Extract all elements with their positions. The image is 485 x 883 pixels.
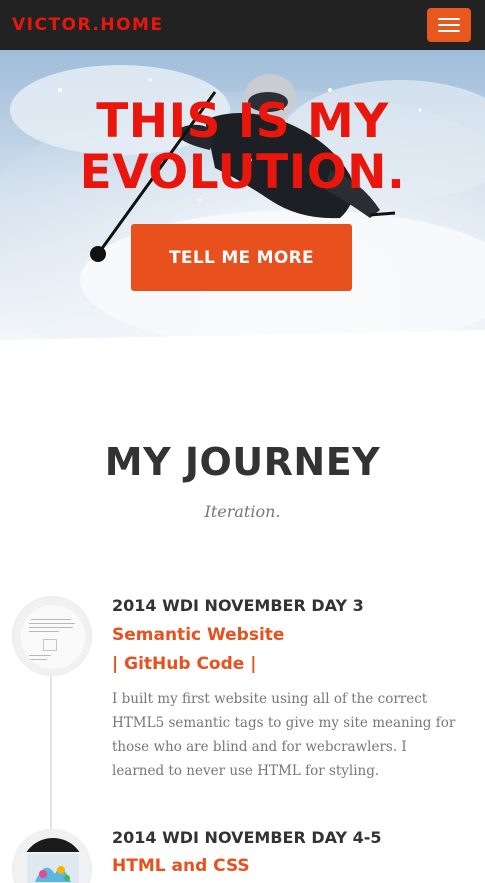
timeline-item: 2014 WDI NOVEMBER DAY 3 Semantic Website… <box>112 596 462 783</box>
hamburger-menu-icon <box>438 18 460 20</box>
hero-section: THIS IS MY EVOLUTION. TELL ME MORE <box>0 50 485 340</box>
timeline-thumbnail <box>12 596 92 676</box>
timeline-description: I built my first website using all of th… <box>112 691 456 779</box>
hero-title-line2: EVOLUTION. <box>79 145 406 200</box>
timeline-date: 2014 WDI NOVEMBER DAY 4-5 <box>112 828 382 847</box>
document-screenshot-thumbnail <box>21 605 85 669</box>
timeline-item: 2014 WDI NOVEMBER DAY 4-5 HTML and CSS <box>112 828 462 881</box>
hamburger-menu-icon-bar <box>438 30 460 32</box>
brand-link[interactable]: VICTOR.HOME <box>12 15 164 35</box>
navbar: VICTOR.HOME <box>0 0 485 50</box>
timeline-line <box>50 676 52 836</box>
website-screenshot-thumbnail <box>21 838 85 883</box>
hero-title: THIS IS MY EVOLUTION. <box>0 96 485 198</box>
hamburger-menu-button[interactable] <box>427 8 471 42</box>
journey-subheading: Iteration. <box>204 502 281 521</box>
github-code-link[interactable]: | GitHub Code | <box>112 650 462 679</box>
timeline-project-link[interactable]: Semantic Website <box>112 621 462 650</box>
hamburger-menu-icon-bar <box>438 24 460 26</box>
tell-me-more-button[interactable]: TELL ME MORE <box>131 224 352 291</box>
hero-title-line1: THIS IS MY <box>96 94 389 149</box>
timeline-date: 2014 WDI NOVEMBER DAY 3 <box>112 596 364 615</box>
timeline-thumbnail <box>12 829 92 883</box>
timeline-project-link[interactable]: HTML and CSS <box>112 852 462 881</box>
journey-heading: MY JOURNEY <box>104 440 381 484</box>
